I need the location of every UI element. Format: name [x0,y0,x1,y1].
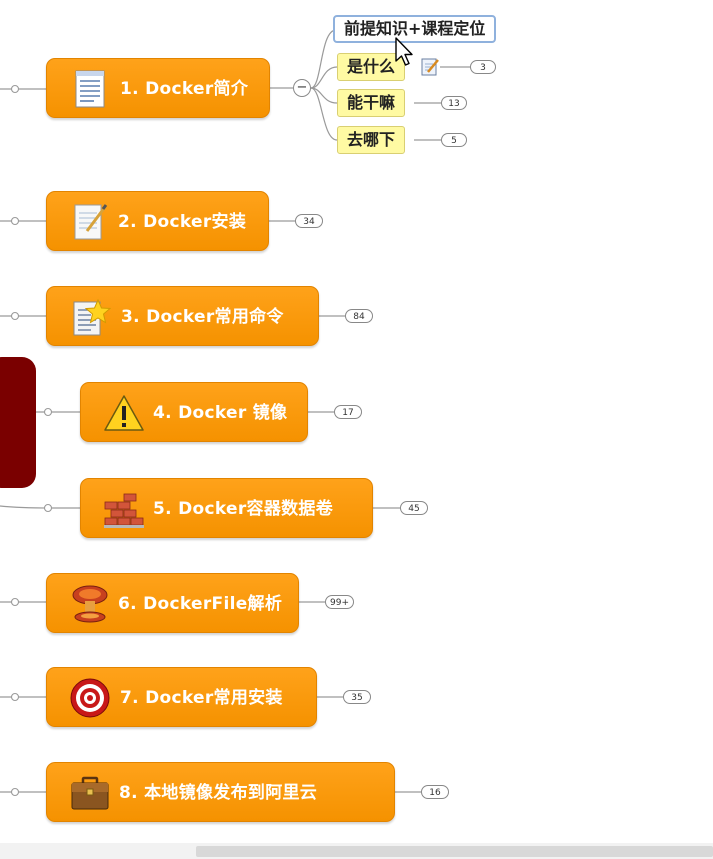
topic-publish-aliyun[interactable]: 8. 本地镜像发布到阿里云 [46,762,395,822]
document-icon [75,70,105,108]
count-badge[interactable]: 99+ [325,595,354,609]
topic-dockerfile[interactable]: 6. DockerFile解析 [46,573,299,633]
scrollbar-thumb[interactable] [196,846,713,857]
bricks-icon [104,493,144,528]
count-badge[interactable]: 35 [343,690,371,704]
topic-label: 8. 本地镜像发布到阿里云 [119,783,318,803]
note-pencil-icon[interactable] [421,57,439,77]
topic-docker-volumes[interactable]: 5. Docker容器数据卷 [80,478,373,538]
count-badge[interactable]: 34 [295,214,323,228]
topic-docker-install[interactable]: 2. Docker安装 [46,191,269,251]
mushroom-cloud-icon [72,585,108,623]
warning-icon [104,395,144,431]
subtopic-where-download[interactable]: 去哪下 [337,126,406,154]
mouse-cursor-icon [395,37,413,66]
topic-docker-intro[interactable]: 1. Docker简介 [46,58,270,118]
mindmap-canvas[interactable]: 1. Docker简介 2. Docker安装 3. Docker常用命令 4.… [0,0,713,859]
topic-docker-common-install[interactable]: 7. Docker常用安装 [46,667,317,727]
count-badge[interactable]: 84 [345,309,373,323]
star-document-icon [73,298,111,336]
count-badge[interactable]: 13 [441,96,467,110]
topic-label: 4. Docker 镜像 [153,403,288,423]
count-badge[interactable]: 45 [400,501,428,515]
topic-label: 6. DockerFile解析 [118,594,283,614]
topic-label: 2. Docker安装 [118,212,247,232]
count-badge[interactable]: 5 [441,133,467,147]
topic-docker-commands[interactable]: 3. Docker常用命令 [46,286,319,346]
count-badge[interactable]: 17 [334,405,362,419]
notepad-pen-icon [74,204,108,240]
briefcase-icon [71,776,109,810]
topic-label: 7. Docker常用安装 [120,688,283,708]
left-panel-fragment [0,357,36,488]
horizontal-scrollbar[interactable] [0,843,713,859]
subtopic-what-for[interactable]: 能干嘛 [337,89,406,117]
count-badge[interactable]: 16 [421,785,449,799]
count-badge[interactable]: 3 [470,60,496,74]
topic-docker-image[interactable]: 4. Docker 镜像 [80,382,308,442]
topic-label: 3. Docker常用命令 [121,307,284,327]
collapse-toggle[interactable]: − [293,79,311,97]
topic-label: 5. Docker容器数据卷 [153,499,334,519]
target-icon [70,678,110,718]
topic-label: 1. Docker简介 [120,79,249,99]
